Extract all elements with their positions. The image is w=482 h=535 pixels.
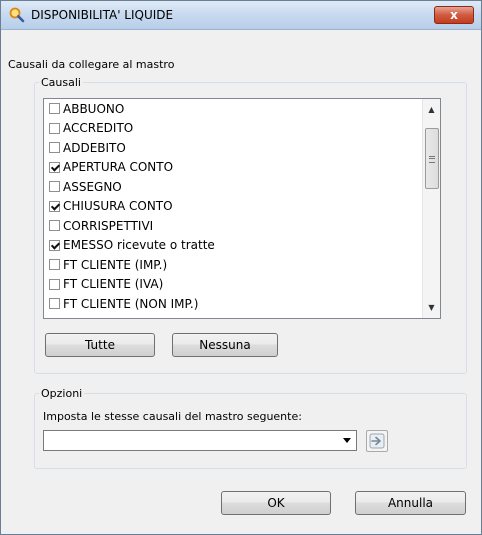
list-item-label: CORRISPETTIVI [63, 218, 154, 233]
list-item[interactable]: FT CLIENTE (IMP.) [44, 255, 440, 275]
select-all-button[interactable]: Tutte [45, 333, 155, 357]
checkbox[interactable] [49, 259, 60, 271]
list-item[interactable]: FT CLIENTE (NON IMP.) [44, 294, 440, 314]
list-item-label: ACCREDITO [63, 121, 134, 136]
ok-button[interactable]: OK [221, 491, 331, 515]
opzioni-group: Opzioni [34, 387, 467, 469]
select-none-button[interactable]: Nessuna [172, 333, 278, 357]
apply-mastro-button[interactable] [366, 430, 388, 452]
opzioni-legend: Opzioni [41, 387, 83, 400]
list-item-label: EMESSO ricevute o tratte [63, 238, 215, 253]
mastro-select[interactable] [43, 430, 357, 451]
checkbox[interactable] [49, 181, 60, 193]
causali-legend: Causali [41, 76, 81, 89]
list-item-label: FT CLIENTE (NON IMP.) [63, 296, 199, 311]
header-label: Causali da collegare al mastro [8, 58, 175, 71]
magnifier-icon [9, 7, 25, 23]
checkbox[interactable] [49, 142, 60, 154]
list-item[interactable]: EMESSO ricevute o tratte [44, 236, 440, 256]
scroll-thumb[interactable] [425, 128, 439, 189]
scroll-up-icon[interactable]: ▲ [423, 101, 440, 118]
cancel-button[interactable]: Annulla [355, 491, 466, 515]
checkbox[interactable] [49, 278, 60, 290]
checkbox[interactable] [49, 122, 60, 134]
list-item[interactable]: FT CLIENTE (IVA) [44, 275, 440, 295]
list-item[interactable]: CHIUSURA CONTO [44, 197, 440, 217]
list-scrollbar[interactable]: ▲ ▼ [422, 99, 440, 318]
close-icon: x [450, 8, 458, 22]
list-item[interactable]: APERTURA CONTO [44, 158, 440, 178]
close-button[interactable]: x [434, 6, 474, 24]
checkbox[interactable] [49, 239, 60, 251]
grip-icon [429, 156, 435, 163]
chevron-down-icon[interactable] [343, 438, 351, 443]
list-item-label: FT CLIENTE (IMP.) [63, 257, 168, 272]
list-item-label: APERTURA CONTO [63, 160, 174, 175]
scroll-down-icon[interactable]: ▼ [423, 299, 440, 316]
list-item[interactable]: ASSEGNO [44, 177, 440, 197]
opzioni-label: Imposta le stesse causali del mastro seg… [43, 410, 302, 423]
list-item[interactable]: ACCREDITO [44, 119, 440, 139]
list-item-label: FT CLIENTE (IVA) [63, 277, 164, 292]
window-title: DISPONIBILITA' LIQUIDE [31, 8, 174, 22]
causali-list[interactable]: ABBUONO ACCREDITO ADDEBITO APERTURA CONTO AS… [43, 98, 441, 319]
checkbox[interactable] [49, 220, 60, 232]
list-item-label: ASSEGNO [63, 179, 122, 194]
checkbox[interactable] [49, 103, 60, 115]
title-bar[interactable]: DISPONIBILITA' LIQUIDE x [1, 1, 481, 30]
checkbox[interactable] [49, 298, 60, 310]
list-item[interactable]: ABBUONO [44, 99, 440, 119]
checkbox[interactable] [49, 161, 60, 173]
arrow-right-icon [369, 433, 385, 449]
list-item[interactable]: ADDEBITO [44, 138, 440, 158]
list-item-label: CHIUSURA CONTO [63, 199, 173, 214]
list-item-label: ADDEBITO [63, 140, 126, 155]
dialog-window: DISPONIBILITA' LIQUIDE x Causali da coll… [0, 0, 482, 535]
list-item-label: ABBUONO [63, 101, 125, 116]
checkbox[interactable] [49, 200, 60, 212]
list-item[interactable]: CORRISPETTIVI [44, 216, 440, 236]
